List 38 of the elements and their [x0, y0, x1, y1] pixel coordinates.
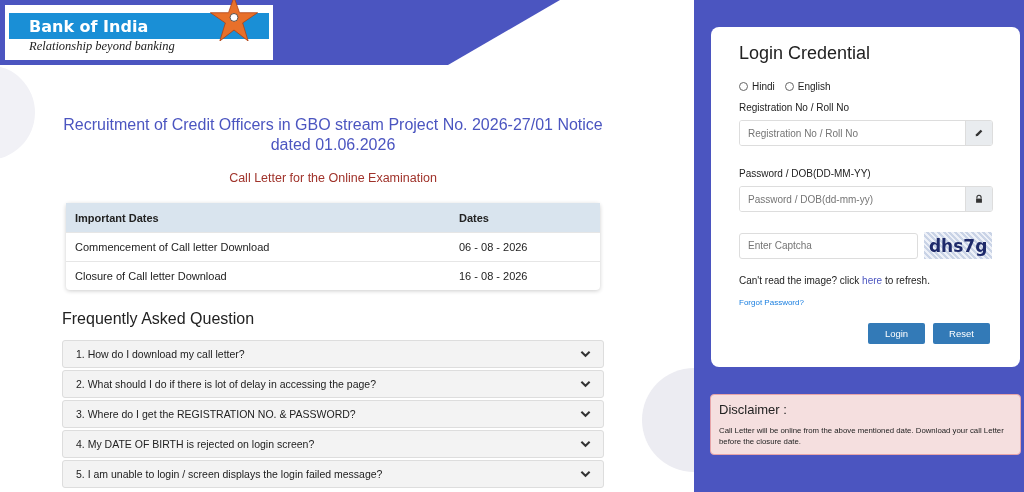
login-button[interactable]: Login: [868, 323, 925, 344]
lock-icon: [974, 194, 984, 204]
pencil-icon: [974, 128, 984, 138]
faq-item[interactable]: 5. I am unable to login / screen displays the login failed message?: [62, 460, 604, 488]
table-cell: 06 - 08 - 2026: [450, 232, 600, 262]
chevron-icon: [580, 380, 591, 388]
logo-tagline: Relationship beyond banking: [28, 39, 176, 53]
table-cell: Commencement of Call letter Download: [66, 232, 450, 262]
reset-button[interactable]: Reset: [933, 323, 990, 344]
chevron-icon: [580, 440, 591, 448]
faq-item[interactable]: 1. How do I download my call letter?: [62, 340, 604, 368]
refresh-link[interactable]: here: [862, 275, 883, 286]
faq-item[interactable]: 2. What should I do if there is lot of delay in accessing the page?: [62, 370, 604, 398]
table-cell: 16 - 08 - 2026: [450, 261, 600, 290]
captcha-image: dhs7g: [924, 232, 992, 259]
login-title: Login Credential: [739, 43, 872, 64]
refresh-text: Can't read the image? click here to refresh.: [739, 275, 931, 286]
language-radio[interactable]: English: [784, 81, 831, 92]
table-cell: Closure of Call letter Download: [66, 261, 450, 290]
chevron-icon: [580, 410, 591, 418]
disclaimer-title: Disclaimer :: [719, 402, 788, 417]
chevron-icon: [580, 470, 591, 478]
faq-heading: Frequently Asked Question: [62, 310, 256, 328]
forgot-password-link[interactable]: Forgot Password?: [739, 298, 992, 307]
password-field[interactable]: Password / DOB(dd-mm-yy): [739, 186, 993, 212]
faq-item[interactable]: 4. My DATE OF BIRTH is rejected on login screen?: [62, 430, 604, 458]
language-radio[interactable]: Hindi: [739, 81, 775, 92]
logo-name: Bank of India: [29, 16, 149, 36]
column-header: Important Dates: [66, 203, 450, 233]
notice-title: Recruitment of Credit Officers in GBO stream Project No. 2026-27/01 Notice dated 01.06.2026: [62, 115, 604, 155]
captcha-field[interactable]: Enter Captcha: [739, 232, 919, 259]
column-header: Dates: [450, 203, 600, 233]
registration-field[interactable]: Registration No / Roll No: [739, 120, 993, 146]
field-label: Password / DOB(DD-MM-YY): [739, 168, 872, 179]
faq-item[interactable]: 3. Where do I get the REGISTRATION NO. & PASSWORD?: [62, 400, 604, 428]
notice-subtitle: Call Letter for the Online Examination: [228, 171, 438, 185]
chevron-icon: [580, 350, 591, 358]
field-label: Registration No / Roll No: [739, 102, 851, 113]
